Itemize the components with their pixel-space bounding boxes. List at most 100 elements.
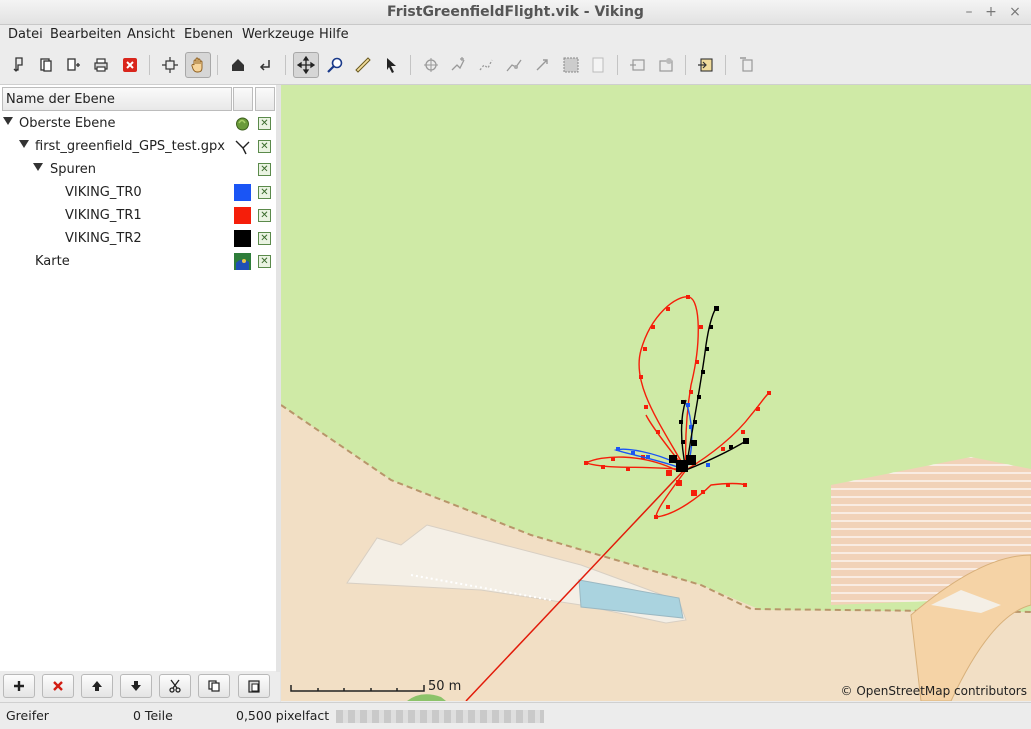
print-icon[interactable] (88, 52, 114, 78)
layer-label: first_greenfield_GPS_test.gpx (35, 139, 225, 154)
add-track-icon[interactable] (445, 52, 471, 78)
copy-layer-button[interactable] (198, 674, 230, 698)
menu-werkzeuge[interactable]: Werkzeuge (242, 27, 314, 42)
quit-icon[interactable] (117, 52, 143, 78)
zoom-icon[interactable] (322, 52, 348, 78)
title-bar: FristGreenfieldFlight.vik - Viking – + × (0, 0, 1031, 25)
layer-row-tracks[interactable]: Spuren ✕ (0, 159, 276, 181)
status-bar: Greifer 0 Teile 0,500 pixelfact (0, 702, 1031, 729)
toolbar-separator (410, 55, 411, 75)
pan-tool-icon[interactable] (293, 52, 319, 78)
paste-layer-button[interactable] (238, 674, 270, 698)
remove-layer-icon (53, 681, 63, 691)
track1-segment (638, 296, 699, 471)
visible-column-header[interactable] (233, 87, 253, 111)
copy-icon (208, 680, 220, 692)
move-up-icon (92, 681, 102, 691)
route-icon[interactable] (473, 52, 499, 78)
close-button[interactable]: × (1006, 3, 1024, 21)
layer-visibility-checkbox[interactable]: ✕ (258, 140, 271, 153)
layer-visibility-checkbox[interactable]: ✕ (258, 255, 271, 268)
cut-icon (169, 679, 181, 693)
column-header-label: Name der Ebene (6, 92, 115, 107)
maximize-button[interactable]: + (982, 3, 1000, 21)
layer-name-column-header[interactable]: Name der Ebene (2, 87, 232, 111)
aggregate-icon (236, 117, 249, 131)
map-attribution: © OpenStreetMap contributors (840, 684, 1027, 698)
toolbar-separator (285, 55, 286, 75)
back-icon[interactable] (253, 52, 279, 78)
window-title: FristGreenfieldFlight.vik - Viking (387, 4, 644, 20)
move-down-icon (131, 681, 141, 691)
export-icon[interactable] (693, 52, 719, 78)
menu-ebenen[interactable]: Ebenen (184, 27, 233, 42)
track-color-swatch (234, 184, 251, 201)
status-position-redacted (336, 710, 544, 723)
status-item-count: 0 Teile (133, 708, 173, 723)
track-visibility-checkbox[interactable]: ✕ (258, 232, 271, 245)
expander-icon[interactable] (19, 140, 29, 148)
status-zoom: 0,500 pixelfact (236, 708, 330, 723)
menu-datei[interactable]: Datei (8, 27, 43, 42)
add-layer-button[interactable] (3, 674, 35, 698)
map-download-icon[interactable] (558, 52, 584, 78)
map-canvas[interactable] (281, 85, 1031, 701)
layer-row-top[interactable]: Oberste Ebene ✕ (0, 113, 276, 135)
move-layer-up-button[interactable] (81, 674, 113, 698)
move-layer-down-button[interactable] (120, 674, 152, 698)
checkbox-column-header[interactable] (255, 87, 275, 111)
layer-properties-icon[interactable] (625, 52, 651, 78)
status-tool: Greifer (6, 708, 49, 723)
layer-row-map[interactable]: Karte ✕ (0, 251, 276, 273)
layer-visibility-icon[interactable] (653, 52, 679, 78)
trw-layer-icon (235, 140, 250, 155)
track-label: VIKING_TR2 (65, 231, 142, 246)
home-icon[interactable] (225, 52, 251, 78)
create-waypoint-icon[interactable] (418, 52, 444, 78)
ruler-icon[interactable] (350, 52, 376, 78)
track-row-tr1[interactable]: VIKING_TR1 ✕ (0, 205, 276, 227)
edit-trackpoint-icon[interactable] (501, 52, 527, 78)
open-icon[interactable] (33, 52, 59, 78)
drag-hand-icon[interactable] (185, 52, 211, 78)
layer-visibility-checkbox[interactable]: ✕ (258, 117, 271, 130)
toolbar-separator (217, 55, 218, 75)
layer-label: Spuren (50, 162, 97, 177)
expander-icon[interactable] (3, 117, 13, 125)
menu-bar: Datei Bearbeiten Ansicht Ebenen Werkzeug… (0, 25, 1031, 45)
track1-points (584, 295, 771, 519)
toolbar-separator (617, 55, 618, 75)
layer-row-gpx[interactable]: first_greenfield_GPS_test.gpx ✕ (0, 136, 276, 158)
delete-layer-icon[interactable] (733, 52, 759, 78)
toolbar-separator (685, 55, 686, 75)
layer-visibility-checkbox[interactable]: ✕ (258, 163, 271, 176)
scale-label: 50 m (428, 679, 462, 694)
toolbar-separator (725, 55, 726, 75)
minimize-button[interactable]: – (960, 3, 978, 21)
toolbar (0, 46, 1031, 85)
layer-label: Oberste Ebene (19, 116, 116, 131)
cut-layer-button[interactable] (159, 674, 191, 698)
track-row-tr2[interactable]: VIKING_TR2 ✕ (0, 228, 276, 250)
menu-hilfe[interactable]: Hilfe (319, 27, 349, 42)
menu-bearbeiten[interactable]: Bearbeiten (50, 27, 121, 42)
new-file-icon[interactable] (6, 52, 32, 78)
layers-button-bar (0, 672, 280, 702)
menu-ansicht[interactable]: Ansicht (127, 27, 175, 42)
append-icon[interactable] (60, 52, 86, 78)
layers-panel: Name der Ebene Oberste Ebene ✕ first_gre… (0, 85, 277, 671)
paste-icon (248, 680, 260, 693)
remove-layer-button[interactable] (42, 674, 74, 698)
expander-icon[interactable] (33, 163, 43, 171)
map-viewport[interactable]: 50 m © OpenStreetMap contributors (281, 85, 1031, 701)
track-visibility-checkbox[interactable]: ✕ (258, 186, 271, 199)
edit-waypoint-icon[interactable] (529, 52, 555, 78)
map-info-icon[interactable] (585, 52, 611, 78)
select-icon[interactable] (378, 52, 404, 78)
map-layer-icon (234, 253, 251, 270)
track-row-tr0[interactable]: VIKING_TR0 ✕ (0, 182, 276, 204)
pan-icon[interactable] (157, 52, 183, 78)
track-visibility-checkbox[interactable]: ✕ (258, 209, 271, 222)
track-color-swatch (234, 207, 251, 224)
track1-segment (685, 392, 770, 471)
